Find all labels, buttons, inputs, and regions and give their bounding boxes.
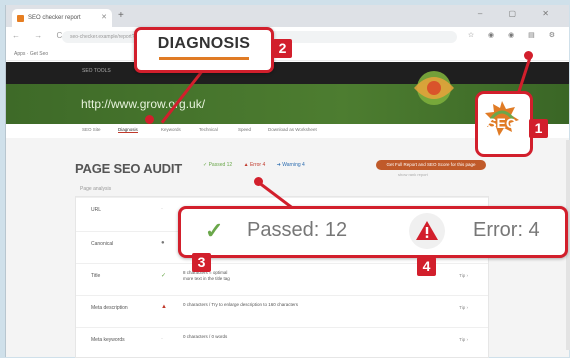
leader-dot-2 bbox=[145, 115, 154, 124]
leader-dot-1 bbox=[524, 51, 533, 60]
error-icon bbox=[416, 221, 438, 240]
full-report-button[interactable]: Get Full Report and SEO Score for this p… bbox=[376, 160, 486, 170]
check-icon: ✓ bbox=[205, 218, 224, 243]
rank-report-link[interactable]: show rank report bbox=[398, 172, 428, 177]
page-analysis-label: Page analysis bbox=[80, 186, 112, 192]
audit-summary-chips: ✓ Passed 12 ▲ Error 4 ➜ Warning 4 bbox=[203, 162, 315, 168]
browser-tab[interactable]: SEO checker report ✕ bbox=[12, 9, 112, 27]
extension-icons[interactable]: ☆ ◉ ◉ ▤ ⚙ bbox=[468, 31, 561, 39]
site-logo-icon bbox=[414, 71, 454, 105]
subnav-item[interactable]: Speed bbox=[238, 127, 251, 132]
row-status-icon: ● bbox=[161, 240, 165, 246]
seo-extension-callout: SEO bbox=[475, 91, 533, 157]
site-top-bar: SEO TOOLS bbox=[6, 62, 569, 84]
error-icon-background bbox=[409, 213, 445, 249]
row-tip-link[interactable]: Tip › bbox=[459, 273, 468, 278]
row-label: Title bbox=[91, 273, 101, 279]
error-chip[interactable]: ▲ Error 4 bbox=[244, 162, 266, 168]
callout-number-2: 2 bbox=[273, 39, 292, 58]
subnav-item-diagnosis[interactable]: Diagnosis bbox=[118, 127, 138, 133]
subnav-item-download[interactable]: Download as Worksheet bbox=[268, 127, 317, 132]
error-count: Error: 4 bbox=[473, 219, 540, 241]
row-label: Meta keywords bbox=[91, 337, 125, 343]
seo-logo-text: SEO bbox=[487, 115, 517, 131]
row-status-icon: · bbox=[161, 336, 163, 342]
diagnosis-callout: DIAGNOSIS bbox=[134, 27, 274, 73]
row-label: URL bbox=[91, 207, 102, 213]
leader-dot-3 bbox=[254, 177, 263, 186]
favicon-icon bbox=[17, 15, 24, 22]
site-top-menu[interactable]: SEO TOOLS bbox=[82, 68, 111, 74]
row-tip-link[interactable]: Tip › bbox=[459, 337, 468, 342]
tab-strip: SEO checker report ✕ + – ▢ ✕ bbox=[6, 5, 569, 27]
passed-chip[interactable]: ✓ Passed 12 bbox=[203, 162, 232, 168]
table-row: Meta keywords · 0 characters / 0 words T… bbox=[76, 327, 488, 354]
row-status-icon: · bbox=[161, 206, 163, 212]
nav-buttons[interactable]: ← → C bbox=[12, 31, 68, 40]
row-status-icon: ▲ bbox=[161, 304, 167, 310]
row-label: Canonical bbox=[91, 241, 114, 247]
tab-title: SEO checker report bbox=[28, 15, 81, 21]
row-tip-link[interactable]: Tip › bbox=[459, 305, 468, 310]
warning-chip[interactable]: ➜ Warning 4 bbox=[277, 162, 305, 168]
callout-number-1: 1 bbox=[529, 119, 548, 138]
row-detail: 0 characters / 0 words bbox=[183, 334, 228, 339]
zoomed-results-callout: ✓ Passed: 12 Error: 4 bbox=[178, 206, 568, 258]
subnav-item[interactable]: Keywords bbox=[161, 127, 181, 132]
callout-number-4: 4 bbox=[417, 257, 436, 276]
site-url-heading: http://www.grow.org.uk/ bbox=[81, 97, 206, 111]
window-controls[interactable]: – ▢ ✕ bbox=[478, 9, 561, 18]
callout-number-3: 3 bbox=[192, 253, 211, 272]
subnav-item[interactable]: Technical bbox=[199, 127, 218, 132]
row-status-icon: ✓ bbox=[161, 273, 167, 279]
subnav-item[interactable]: SEO Site bbox=[82, 127, 101, 132]
table-row: Meta description ▲ 0 characters / Try to… bbox=[76, 295, 488, 322]
seo-quake-icon[interactable]: SEO bbox=[479, 95, 525, 149]
row-detail: 0 characters / Try to enlarge descriptio… bbox=[183, 302, 299, 307]
close-tab-icon[interactable]: ✕ bbox=[101, 9, 107, 27]
row-label: Meta description bbox=[91, 305, 128, 311]
page-title: PAGE SEO AUDIT bbox=[75, 161, 182, 176]
diagnosis-underline bbox=[159, 57, 249, 60]
new-tab-button[interactable]: + bbox=[118, 10, 124, 21]
passed-count: Passed: 12 bbox=[247, 219, 348, 241]
diagnosis-label: DIAGNOSIS bbox=[157, 35, 251, 52]
